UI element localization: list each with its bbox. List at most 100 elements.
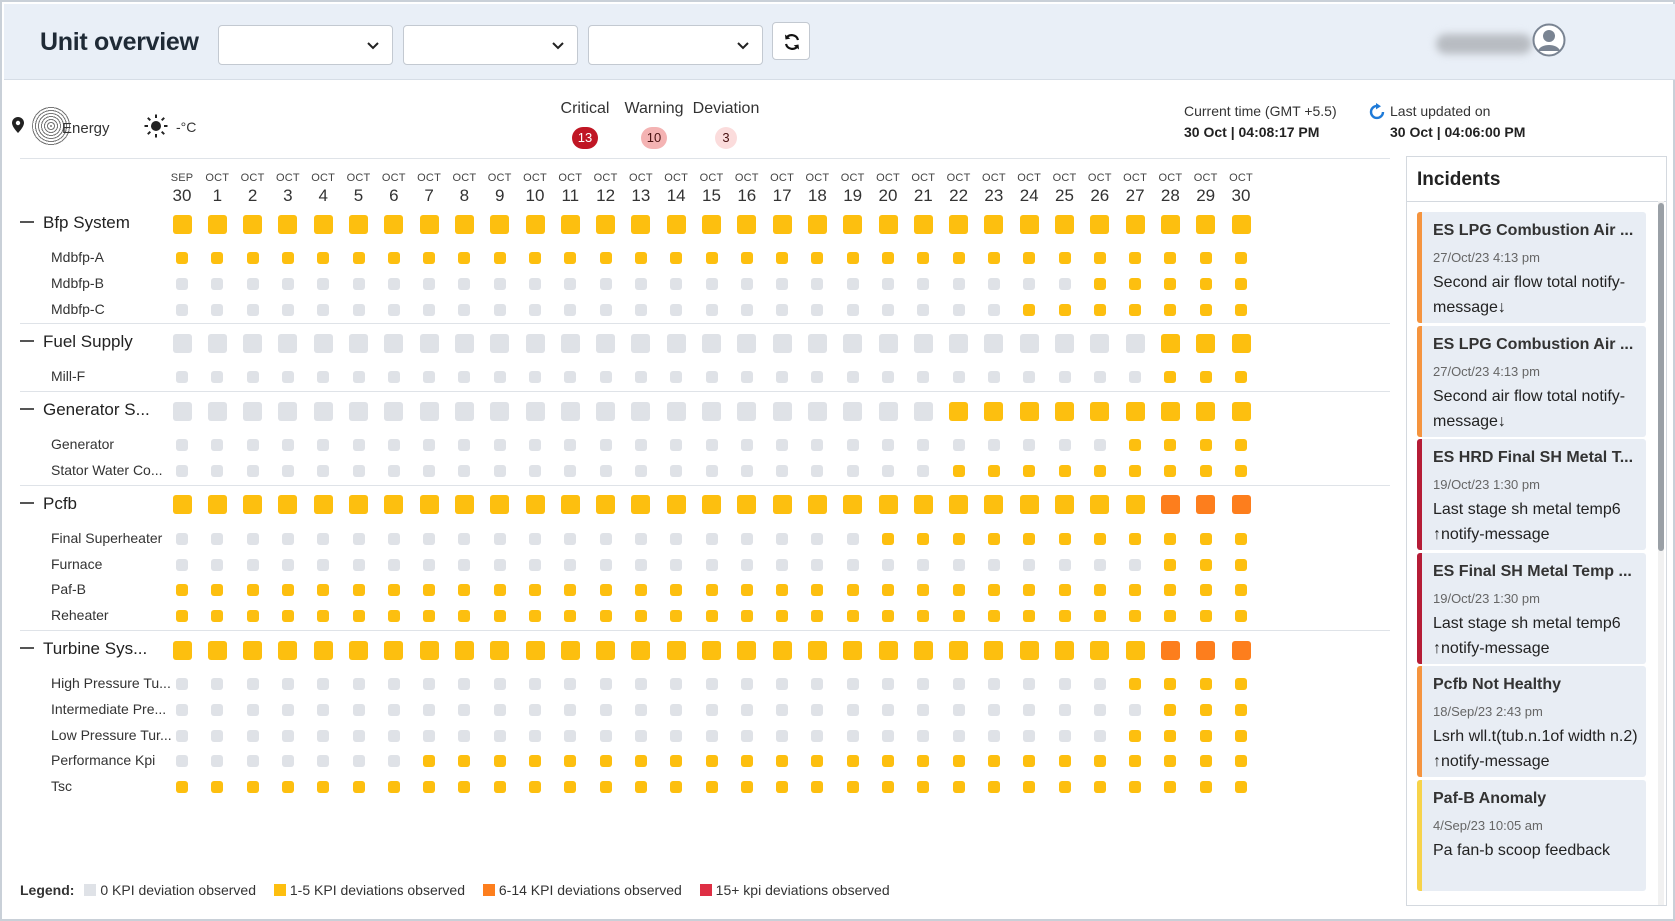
subsystem-status-cell[interactable] [246,584,259,597]
subsystem-status-cell[interactable] [846,465,859,477]
subsystem-status-cell[interactable] [493,439,506,452]
subsystem-status-cell[interactable] [1093,703,1106,716]
subsystem-label[interactable]: Performance Kpi [51,752,177,768]
subsystem-status-cell[interactable] [1129,277,1142,290]
group-status-cell[interactable] [737,214,757,234]
subsystem-status-cell[interactable] [987,558,1000,571]
group-status-cell[interactable] [419,401,439,421]
subsystem-status-cell[interactable] [387,252,400,264]
group-status-cell[interactable] [1090,214,1110,234]
subsystem-status-cell[interactable] [670,465,683,477]
group-status-cell[interactable] [313,401,333,421]
subsystem-status-cell[interactable] [917,371,930,384]
subsystem-status-cell[interactable] [493,558,506,571]
subsystem-status-cell[interactable] [740,465,753,477]
subsystem-status-cell[interactable] [917,703,930,716]
subsystem-status-cell[interactable] [1023,439,1036,452]
group-status-cell[interactable] [278,333,298,353]
subsystem-status-cell[interactable] [1129,303,1142,316]
subsystem-label[interactable]: Generator [51,436,177,452]
group-status-cell[interactable] [1125,333,1145,353]
subsystem-status-cell[interactable] [211,781,224,794]
group-status-cell[interactable] [878,333,898,353]
subsystem-status-cell[interactable] [1199,303,1212,316]
subsystem-status-cell[interactable] [564,277,577,290]
subsystem-status-cell[interactable] [917,303,930,316]
subsystem-status-cell[interactable] [529,532,541,545]
subsystem-status-cell[interactable] [846,532,859,545]
subsystem-status-cell[interactable] [564,532,577,545]
subsystem-status-cell[interactable] [281,678,294,690]
subsystem-status-cell[interactable] [317,781,330,794]
subsystem-status-cell[interactable] [176,703,188,716]
group-status-cell[interactable] [243,333,263,353]
subsystem-status-cell[interactable] [1058,703,1071,716]
subsystem-status-cell[interactable] [1093,371,1106,384]
subsystem-status-cell[interactable] [846,703,859,716]
group-status-cell[interactable] [1090,401,1110,421]
subsystem-status-cell[interactable] [952,439,965,452]
group-status-cell[interactable] [702,333,721,353]
subsystem-status-cell[interactable] [846,678,859,690]
subsystem-status-cell[interactable] [423,703,436,716]
subsystem-status-cell[interactable] [705,532,718,545]
group-status-cell[interactable] [419,333,439,353]
subsystem-status-cell[interactable] [599,303,612,316]
group-status-cell[interactable] [172,640,192,660]
subsystem-status-cell[interactable] [882,532,894,545]
subsystem-status-cell[interactable] [1058,532,1071,545]
subsystem-status-cell[interactable] [1093,584,1106,597]
group-status-cell[interactable] [949,401,969,421]
group-status-cell[interactable] [913,640,933,660]
subsystem-status-cell[interactable] [634,781,647,794]
group-status-cell[interactable] [1231,640,1251,660]
subsystem-status-cell[interactable] [1199,465,1212,477]
subsystem-status-cell[interactable] [1058,678,1071,690]
group-status-cell[interactable] [878,640,898,660]
subsystem-status-cell[interactable] [634,277,647,290]
subsystem-status-cell[interactable] [1023,584,1036,597]
group-status-cell[interactable] [419,495,439,515]
user-name[interactable] [1436,34,1532,54]
group-status-cell[interactable] [525,640,545,660]
subsystem-status-cell[interactable] [776,252,789,264]
subsystem-status-cell[interactable] [423,584,436,597]
subsystem-status-cell[interactable] [176,584,188,597]
subsystem-status-cell[interactable] [352,465,365,477]
subsystem-status-cell[interactable] [281,558,294,571]
subsystem-status-cell[interactable] [1199,781,1212,794]
subsystem-status-cell[interactable] [458,465,471,477]
group-status-cell[interactable] [1055,214,1074,234]
subsystem-status-cell[interactable] [1164,703,1177,716]
group-status-cell[interactable] [666,214,686,234]
subsystem-status-cell[interactable] [1235,303,1247,316]
subsystem-status-cell[interactable] [776,584,789,597]
group-status-cell[interactable] [843,495,863,515]
group-status-cell[interactable] [737,640,757,660]
subsystem-status-cell[interactable] [882,703,894,716]
subsystem-status-cell[interactable] [846,277,859,290]
subsystem-status-cell[interactable] [1023,532,1036,545]
subsystem-status-cell[interactable] [423,781,436,794]
subsystem-status-cell[interactable] [705,252,718,264]
subsystem-status-cell[interactable] [740,584,753,597]
subsystem-status-cell[interactable] [776,729,789,742]
subsystem-status-cell[interactable] [670,277,683,290]
group-status-cell[interactable] [172,401,192,421]
group-status-cell[interactable] [384,333,404,353]
subsystem-status-cell[interactable] [952,465,965,477]
warning-counter[interactable]: Warning 10 [622,100,686,149]
subsystem-status-cell[interactable] [176,678,188,690]
subsystem-status-cell[interactable] [246,781,259,794]
group-status-cell[interactable] [278,214,298,234]
group-status-cell[interactable] [702,495,721,515]
subsystem-status-cell[interactable] [670,781,683,794]
group-status-cell[interactable] [807,214,827,234]
subsystem-status-cell[interactable] [811,303,824,316]
group-status-cell[interactable] [772,495,792,515]
subsystem-status-cell[interactable] [317,703,330,716]
subsystem-status-cell[interactable] [281,729,294,742]
subsystem-status-cell[interactable] [317,729,330,742]
subsystem-status-cell[interactable] [564,584,577,597]
subsystem-label[interactable]: Paf-B [51,581,177,597]
